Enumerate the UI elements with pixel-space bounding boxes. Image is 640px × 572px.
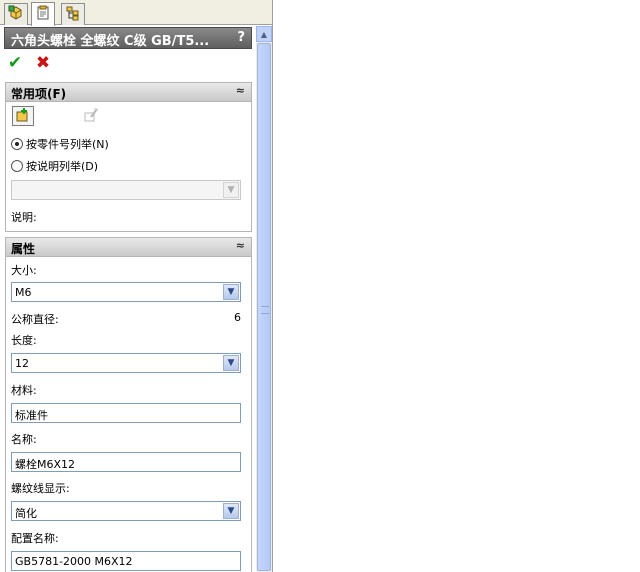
nominal-diameter-label: 公称直径: xyxy=(11,313,59,326)
property-manager-icon xyxy=(35,5,51,24)
scroll-up-button[interactable]: ▲ xyxy=(256,26,272,42)
common-group-header[interactable]: 常用项(F) ≈ xyxy=(6,83,251,102)
property-manager-panel: 六角头螺栓 全螺纹 C级 GB/T5... ? ✔ ✖ 常用项(F) ≈ 按零件… xyxy=(0,0,273,572)
size-dropdown[interactable]: M6 ▼ xyxy=(11,282,241,302)
length-label: 长度: xyxy=(11,334,37,347)
ok-button[interactable]: ✔ xyxy=(6,53,24,73)
radio-description[interactable] xyxy=(11,160,23,172)
tab-feature-manager[interactable] xyxy=(4,3,28,25)
page-title-text: 六角头螺栓 全螺纹 C级 GB/T5... xyxy=(11,34,210,49)
radio-description-label: 按说明列举(D) xyxy=(26,160,99,173)
vertical-scrollbar[interactable]: ▲ xyxy=(256,26,272,572)
radio-part-number[interactable] xyxy=(11,138,23,150)
nominal-diameter-value: 6 xyxy=(234,311,241,324)
listing-dropdown[interactable]: ▼ xyxy=(11,180,241,200)
config-name-label: 配置名称: xyxy=(11,532,59,545)
name-field[interactable]: 螺栓M6X12 xyxy=(11,452,241,472)
help-button[interactable]: ? xyxy=(237,30,245,45)
scrollbar-grip-icon xyxy=(261,306,269,314)
add-part-icon xyxy=(15,107,31,126)
properties-group-header[interactable]: 属性 ≈ xyxy=(6,238,251,257)
edit-part-icon xyxy=(83,107,99,126)
scrollbar-thumb[interactable] xyxy=(257,43,271,571)
description-label: 说明: xyxy=(11,211,37,224)
length-value: 12 xyxy=(15,357,29,370)
radio-part-number-option[interactable]: 按零件号列举(N) xyxy=(11,136,109,152)
radio-description-option[interactable]: 按说明列举(D) xyxy=(11,158,98,174)
tab-configuration-manager[interactable] xyxy=(61,3,85,25)
properties-group: 属性 ≈ 大小: M6 ▼ 公称直径: 6 长度: 12 ▼ 材料: 标准件 名… xyxy=(5,237,252,572)
configuration-manager-icon xyxy=(65,5,81,24)
ok-cancel-bar: ✔ ✖ xyxy=(6,53,52,74)
thread-display-dropdown[interactable]: 简化 ▼ xyxy=(11,501,241,521)
feature-manager-icon xyxy=(8,5,24,24)
chevron-down-icon[interactable]: ▼ xyxy=(223,355,239,371)
collapse-icon[interactable]: ≈ xyxy=(236,239,245,252)
material-label: 材料: xyxy=(11,384,37,397)
radio-part-number-label: 按零件号列举(N) xyxy=(26,138,109,151)
chevron-down-icon[interactable]: ▼ xyxy=(223,182,239,198)
page-title: 六角头螺栓 全螺纹 C级 GB/T5... ? xyxy=(4,27,252,49)
manager-tab-bar xyxy=(0,0,272,26)
chevron-down-icon[interactable]: ▼ xyxy=(223,503,239,519)
chevron-down-icon[interactable]: ▼ xyxy=(223,284,239,300)
config-name-field[interactable]: GB5781-2000 M6X12 xyxy=(11,551,241,571)
properties-group-title: 属性 xyxy=(11,242,36,256)
common-group-title: 常用项(F) xyxy=(11,87,67,101)
cancel-button[interactable]: ✖ xyxy=(34,53,52,73)
name-label: 名称: xyxy=(11,433,37,446)
edit-part-button[interactable] xyxy=(80,106,102,126)
material-field[interactable]: 标准件 xyxy=(11,403,241,423)
collapse-icon[interactable]: ≈ xyxy=(236,84,245,97)
length-dropdown[interactable]: 12 ▼ xyxy=(11,353,241,373)
size-label: 大小: xyxy=(11,264,37,277)
thread-display-label: 螺纹线显示: xyxy=(11,482,70,495)
add-to-library-button[interactable] xyxy=(12,106,34,126)
common-group: 常用项(F) ≈ 按零件号列举(N) 按说明列举(D) ▼ 说明: xyxy=(5,82,252,232)
tab-property-manager[interactable] xyxy=(31,2,55,26)
size-value: M6 xyxy=(15,286,32,299)
thread-display-value: 简化 xyxy=(15,507,37,520)
